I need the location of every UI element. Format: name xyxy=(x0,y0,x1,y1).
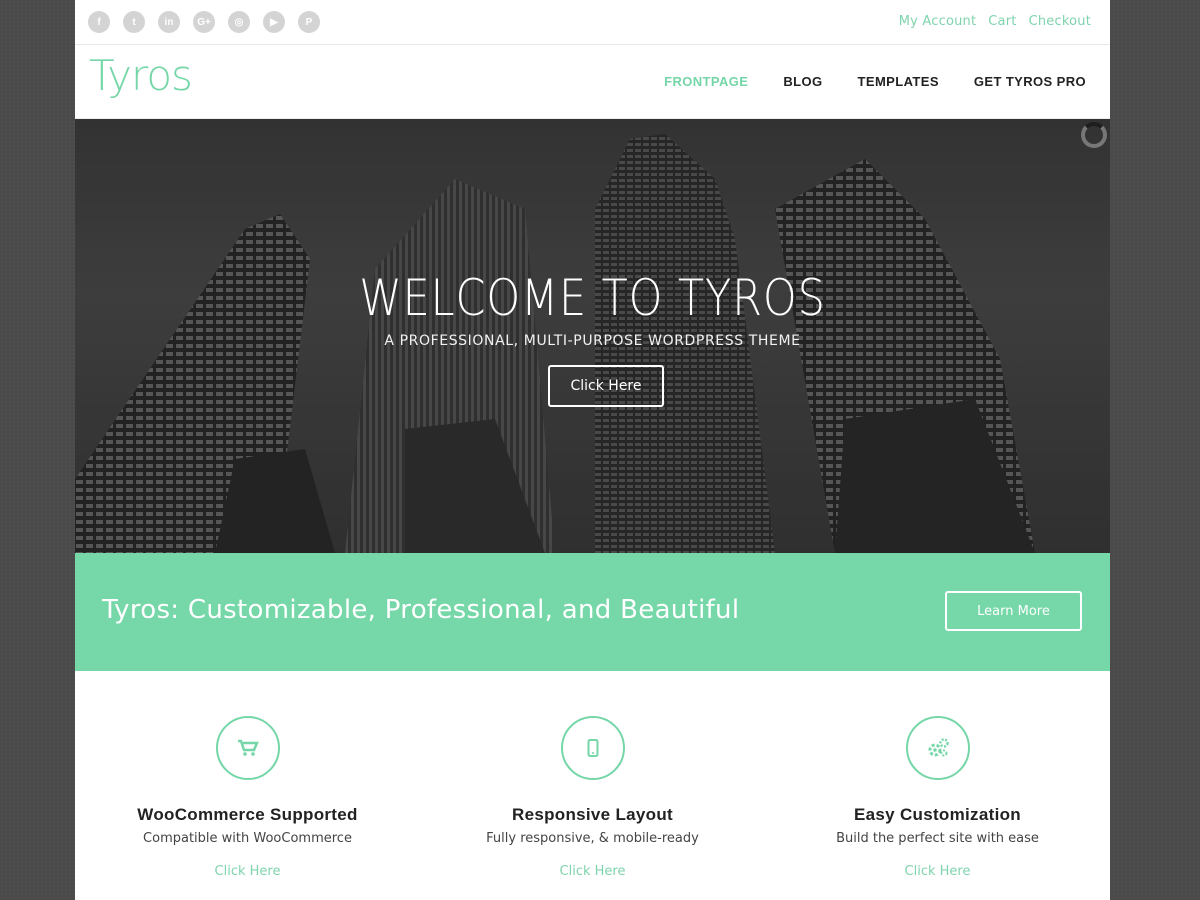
pinterest-icon[interactable]: P xyxy=(298,11,320,33)
hero-click-here-button[interactable]: Click Here xyxy=(548,365,664,407)
linkedin-icon[interactable]: in xyxy=(158,11,180,33)
feature-description: Compatible with WooCommerce xyxy=(143,831,352,846)
feature-responsive: Responsive Layout Fully responsive, & mo… xyxy=(420,716,765,880)
nav-item-blog[interactable]: BLOG xyxy=(783,74,822,89)
instagram-icon[interactable]: ◎ xyxy=(228,11,250,33)
google-plus-icon[interactable]: G+ xyxy=(193,11,215,33)
nav-item-frontpage[interactable]: FRONTPAGE xyxy=(664,74,748,89)
feature-title: WooCommerce Supported xyxy=(137,805,358,824)
my-account-link[interactable]: My Account xyxy=(899,14,977,29)
hero-section: WELCOME TO TYROS A PROFESSIONAL, MULTI-P… xyxy=(75,119,1110,553)
site-header: Tyros FRONTPAGE BLOG TEMPLATES GET TYROS… xyxy=(75,45,1110,119)
youtube-icon[interactable]: ▶ xyxy=(263,11,285,33)
callout-band: Tyros: Customizable, Professional, and B… xyxy=(75,553,1110,671)
feature-click-here-link[interactable]: Click Here xyxy=(560,864,626,879)
site-logo[interactable]: Tyros xyxy=(89,51,193,100)
feature-click-here-link[interactable]: Click Here xyxy=(215,864,281,879)
top-bar: f t in G+ ◎ ▶ P My Account Cart Checkout xyxy=(75,0,1110,45)
main-nav: FRONTPAGE BLOG TEMPLATES GET TYROS PRO xyxy=(664,74,1086,89)
cart-link[interactable]: Cart xyxy=(988,14,1016,29)
learn-more-button[interactable]: Learn More xyxy=(945,591,1082,631)
twitter-icon[interactable]: t xyxy=(123,11,145,33)
feature-click-here-link[interactable]: Click Here xyxy=(905,864,971,879)
nav-item-templates[interactable]: TEMPLATES xyxy=(858,74,939,89)
feature-description: Build the perfect site with ease xyxy=(836,831,1039,846)
hero-subtitle: A PROFESSIONAL, MULTI-PURPOSE WORDPRESS … xyxy=(384,333,801,349)
feature-title: Easy Customization xyxy=(854,805,1021,824)
feature-customization: Easy Customization Build the perfect sit… xyxy=(765,716,1110,880)
account-links: My Account Cart Checkout xyxy=(899,14,1091,29)
facebook-icon[interactable]: f xyxy=(88,11,110,33)
feature-woocommerce: WooCommerce Supported Compatible with Wo… xyxy=(75,716,420,880)
social-links: f t in G+ ◎ ▶ P xyxy=(88,11,320,33)
hero-title: WELCOME TO TYROS xyxy=(359,269,826,327)
cart-icon xyxy=(215,716,280,780)
features-section: WooCommerce Supported Compatible with Wo… xyxy=(75,671,1110,900)
feature-description: Fully responsive, & mobile-ready xyxy=(486,831,699,846)
loading-spinner-icon xyxy=(1081,122,1107,148)
site-container: f t in G+ ◎ ▶ P My Account Cart Checkout… xyxy=(75,0,1110,900)
callout-text: Tyros: Customizable, Professional, and B… xyxy=(102,595,740,625)
feature-title: Responsive Layout xyxy=(512,805,673,824)
mobile-icon xyxy=(560,716,625,780)
nav-item-get-tyros-pro[interactable]: GET TYROS PRO xyxy=(974,74,1086,89)
gears-icon xyxy=(905,716,970,780)
checkout-link[interactable]: Checkout xyxy=(1029,14,1091,29)
